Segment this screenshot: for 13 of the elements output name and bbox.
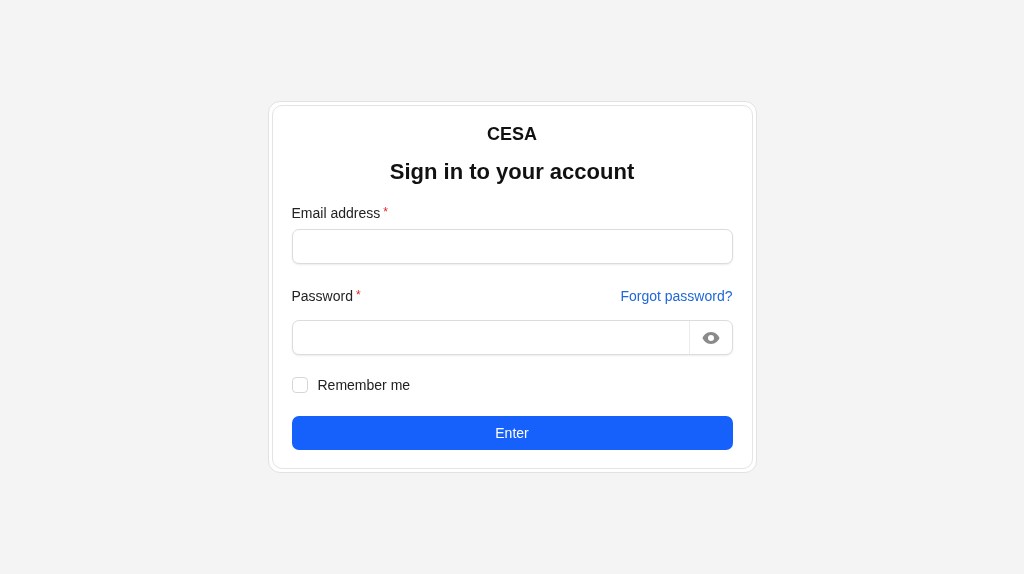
required-mark: * <box>355 288 361 302</box>
required-mark: * <box>383 205 388 219</box>
enter-button[interactable]: Enter <box>291 416 733 450</box>
remember-checkbox[interactable] <box>291 377 308 393</box>
password-field[interactable] <box>291 320 733 355</box>
brand-name: CESA <box>486 124 538 145</box>
email-field[interactable] <box>291 229 733 264</box>
field-label: Email address <box>291 205 381 221</box>
page-title: Sign in to your account <box>388 159 636 185</box>
forgot-password-link[interactable]: Forgot password? <box>620 288 733 304</box>
eye-icon[interactable] <box>701 331 720 344</box>
field-label: Password <box>291 288 353 304</box>
remember-label: Remember me <box>317 377 411 393</box>
